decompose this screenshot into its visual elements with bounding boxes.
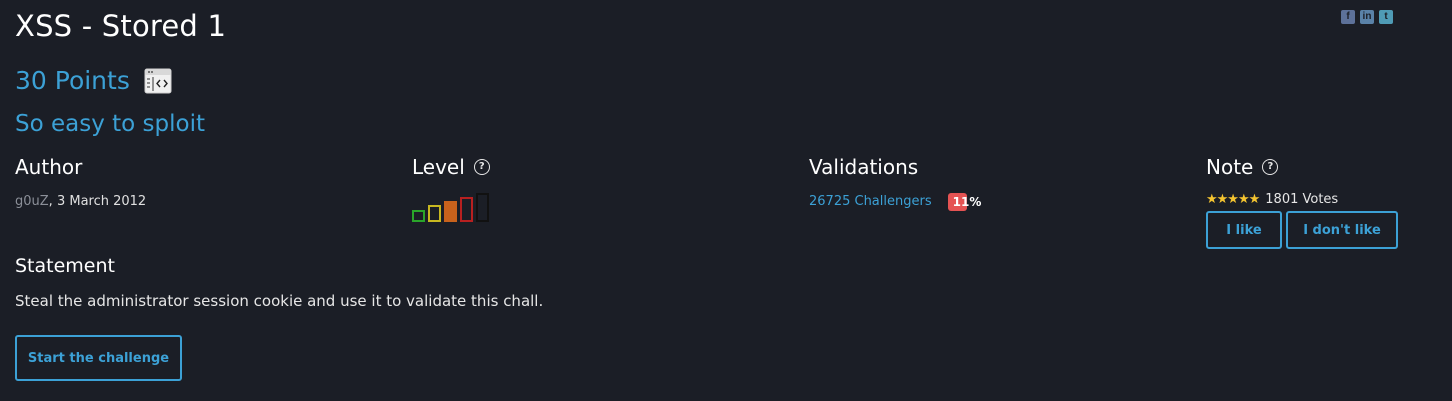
validations-heading: Validations bbox=[809, 155, 981, 179]
difficulty-bar bbox=[444, 201, 457, 222]
challenge-subtitle: So easy to sploit bbox=[15, 111, 205, 137]
social-share-bar: f in t bbox=[1341, 10, 1393, 24]
difficulty-bar bbox=[476, 193, 489, 222]
note-heading-label: Note bbox=[1206, 155, 1254, 179]
author-heading-label: Author bbox=[15, 155, 83, 179]
level-heading: Level ? bbox=[412, 155, 490, 179]
difficulty-bar bbox=[428, 205, 441, 222]
dislike-button[interactable]: I don't like bbox=[1286, 211, 1398, 249]
difficulty-bar bbox=[412, 210, 425, 222]
success-rate-suffix: % bbox=[969, 194, 982, 209]
author-date: 3 March 2012 bbox=[56, 194, 147, 209]
challengers-link[interactable]: 26725 Challengers bbox=[809, 194, 932, 209]
level-heading-label: Level bbox=[412, 155, 465, 179]
help-icon[interactable]: ? bbox=[1262, 159, 1279, 175]
facebook-icon[interactable]: f bbox=[1341, 10, 1355, 24]
rating-line: ★★★★★ 1801 Votes bbox=[1206, 192, 1398, 207]
like-button[interactable]: I like bbox=[1206, 211, 1282, 249]
author-link[interactable]: g0uZ bbox=[15, 194, 49, 209]
star-rating-icon: ★★★★★ bbox=[1206, 192, 1260, 207]
twitter-icon[interactable]: t bbox=[1379, 10, 1393, 24]
author-line: g0uZ, 3 March 2012 bbox=[15, 194, 146, 209]
web-client-icon[interactable] bbox=[144, 68, 172, 94]
difficulty-bar bbox=[460, 197, 473, 222]
start-challenge-button[interactable]: Start the challenge bbox=[15, 335, 182, 381]
author-separator: , bbox=[48, 194, 53, 209]
validations-line: 26725 Challengers 11% bbox=[809, 192, 982, 211]
success-rate-value: 11 bbox=[952, 194, 970, 209]
statement-heading: Statement bbox=[15, 255, 115, 277]
help-icon[interactable]: ? bbox=[473, 159, 490, 175]
author-heading: Author bbox=[15, 155, 146, 179]
points-row: 30 Points bbox=[15, 66, 172, 95]
vote-buttons: I like I don't like bbox=[1206, 211, 1398, 249]
votes-count: 1801 Votes bbox=[1265, 192, 1339, 207]
level-section: Level ? bbox=[412, 155, 490, 222]
success-rate-badge: 11% bbox=[947, 192, 982, 211]
validations-section: Validations 26725 Challengers 11% bbox=[809, 155, 982, 211]
challenge-points: 30 Points bbox=[15, 66, 130, 95]
linkedin-icon[interactable]: in bbox=[1360, 10, 1374, 24]
challenge-page: XSS - Stored 1 f in t 30 Points So easy … bbox=[0, 0, 1452, 401]
note-heading: Note ? bbox=[1206, 155, 1398, 179]
challenge-title: XSS - Stored 1 bbox=[15, 9, 227, 43]
validations-heading-label: Validations bbox=[809, 155, 919, 179]
author-section: Author g0uZ, 3 March 2012 bbox=[15, 155, 146, 209]
difficulty-bars bbox=[412, 192, 490, 222]
note-section: Note ? ★★★★★ 1801 Votes I like I don't l… bbox=[1206, 155, 1398, 249]
success-rate-text: 11% bbox=[948, 195, 982, 209]
statement-text: Steal the administrator session cookie a… bbox=[15, 292, 544, 310]
